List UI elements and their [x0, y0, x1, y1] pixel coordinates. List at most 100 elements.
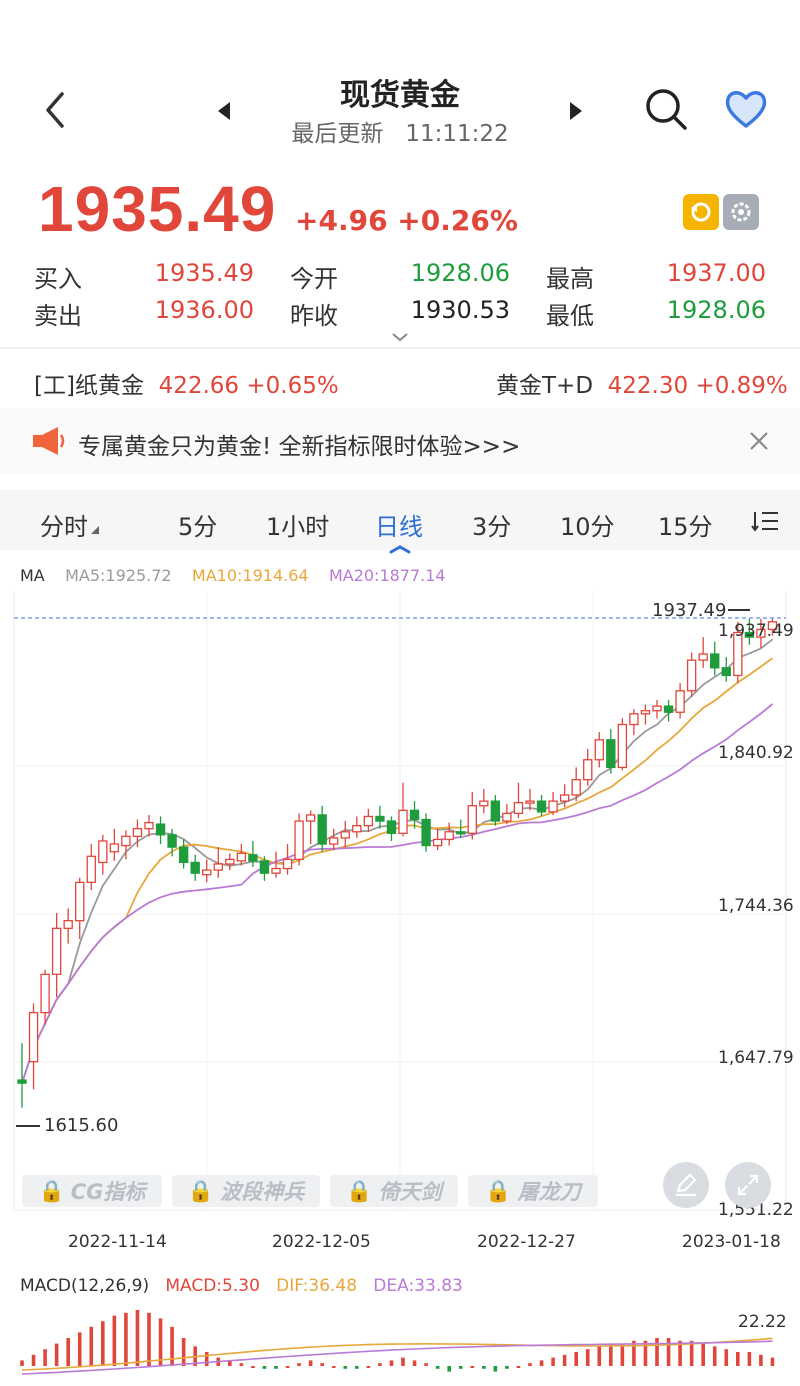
tab-daily[interactable]: 日线 [375, 507, 423, 542]
macd-bar [516, 1366, 521, 1368]
macd-bar [66, 1338, 70, 1366]
macd-bar [204, 1352, 209, 1366]
candle-body [271, 867, 281, 874]
macd-bar [435, 1366, 440, 1369]
macd-bar [181, 1338, 186, 1366]
tab-timeshare[interactable]: 分时 [40, 507, 88, 542]
candle-body [144, 821, 154, 830]
macd-bar [389, 1360, 394, 1366]
sort-list-icon[interactable] [750, 508, 780, 534]
macd-bar [170, 1326, 174, 1366]
expand-icon [737, 1174, 759, 1196]
candle-body [294, 820, 304, 861]
indicator-button-cg[interactable]: 🔒 CG指标 [22, 1175, 162, 1207]
macd-bar [574, 1352, 578, 1366]
candle-body [652, 705, 662, 712]
candle-body [236, 852, 247, 862]
candle-body [386, 820, 397, 834]
candle-body [571, 779, 581, 796]
macd-bar [412, 1360, 417, 1366]
macd-bar [262, 1366, 267, 1369]
lock-icon: 🔒 [346, 1178, 373, 1203]
ma5-legend: MA5:1925.72 [65, 566, 172, 585]
candle-body [444, 831, 454, 841]
macd-bar [620, 1343, 625, 1366]
tab-10min[interactable]: 10分 [560, 507, 615, 542]
macd-bar [666, 1338, 671, 1366]
candle-body [698, 653, 708, 661]
candle-body [479, 800, 489, 807]
candle-body [467, 805, 477, 834]
expand-chevron-icon[interactable] [390, 328, 410, 342]
macd-bar [747, 1352, 752, 1366]
indicator-button-wave[interactable]: 🔒 波段神兵 [172, 1175, 320, 1207]
tab-5min[interactable]: 5分 [178, 507, 217, 542]
macd-bar [770, 1357, 775, 1366]
macd-bar [759, 1354, 763, 1366]
close-icon[interactable] [748, 430, 770, 452]
macd-bar [297, 1363, 301, 1366]
ma-legend: MA MA5:1925.72 MA10:1914.64 MA20:1877.14 [20, 566, 446, 585]
refresh-button[interactable] [683, 194, 719, 230]
draw-pen-button[interactable] [663, 1162, 709, 1208]
macd-bar [331, 1366, 336, 1368]
prev-close-label: 昨收 [290, 302, 338, 330]
candle-body [363, 815, 374, 827]
tab-dropdown-caret-icon[interactable] [90, 520, 100, 534]
candle-body [259, 860, 270, 874]
divider [0, 347, 800, 349]
search-icon[interactable] [644, 86, 688, 132]
candle-body [536, 800, 547, 813]
candle-body [305, 814, 316, 822]
candle-body [663, 705, 674, 713]
date-axis-label: 2022-11-14 [68, 1232, 167, 1252]
candlestick-chart[interactable] [0, 590, 800, 1230]
candle-body [594, 739, 604, 761]
macd-bar [251, 1366, 255, 1368]
macd-chart [20, 1310, 775, 1375]
macd-bar [562, 1354, 567, 1366]
pen-icon [676, 1173, 697, 1197]
buy-value: 1935.49 [154, 259, 254, 287]
ticker-gold-td[interactable]: 黄金T+D 422.30 +0.89% [496, 366, 788, 400]
high-marker-line [728, 609, 750, 611]
candle-body [75, 881, 85, 922]
indicator-button-sword[interactable]: 🔒 倚天剑 [330, 1175, 458, 1207]
lock-icon: 🔒 [38, 1178, 65, 1203]
dea-line [21, 1340, 773, 1375]
candle-body [525, 800, 535, 804]
macd-bar [539, 1360, 544, 1366]
candle-body [502, 812, 512, 822]
macd-bar [343, 1366, 348, 1369]
price-axis-label: 1,937.49 [718, 621, 794, 641]
macd-bar [470, 1366, 475, 1368]
macd-value: MACD:5.30 [165, 1276, 260, 1296]
chart-grid [13, 590, 787, 1211]
high-value: 1937.00 [666, 259, 766, 287]
gear-icon [731, 202, 751, 222]
candle-body [28, 1011, 39, 1063]
settings-button[interactable] [723, 194, 759, 230]
macd-bar [135, 1310, 140, 1366]
tab-1hour[interactable]: 1小时 [266, 507, 329, 542]
candle-body [86, 855, 96, 884]
macd-bar [274, 1366, 278, 1369]
tab-15min[interactable]: 15分 [658, 507, 713, 542]
ticker-paper-gold[interactable]: [工]纸黄金 422.66 +0.65% [34, 366, 339, 400]
current-price: 1935.49 [38, 173, 277, 245]
candle-body [282, 858, 293, 870]
tab-3min[interactable]: 3分 [472, 507, 511, 542]
date-axis-label: 2022-12-27 [477, 1232, 576, 1252]
macd-bar [124, 1312, 128, 1366]
candle-body [17, 1079, 27, 1084]
candle-body [629, 713, 639, 726]
macd-lines [21, 1337, 773, 1375]
candle-body [248, 854, 258, 862]
next-instrument-icon[interactable] [568, 100, 586, 122]
candle-body [675, 690, 685, 713]
favorite-heart-icon[interactable] [724, 88, 768, 130]
candle-body [456, 831, 466, 835]
fullscreen-button[interactable] [725, 1162, 771, 1208]
date-axis-label: 2022-12-05 [272, 1232, 371, 1252]
indicator-button-dragon[interactable]: 🔒 屠龙刀 [468, 1175, 598, 1207]
